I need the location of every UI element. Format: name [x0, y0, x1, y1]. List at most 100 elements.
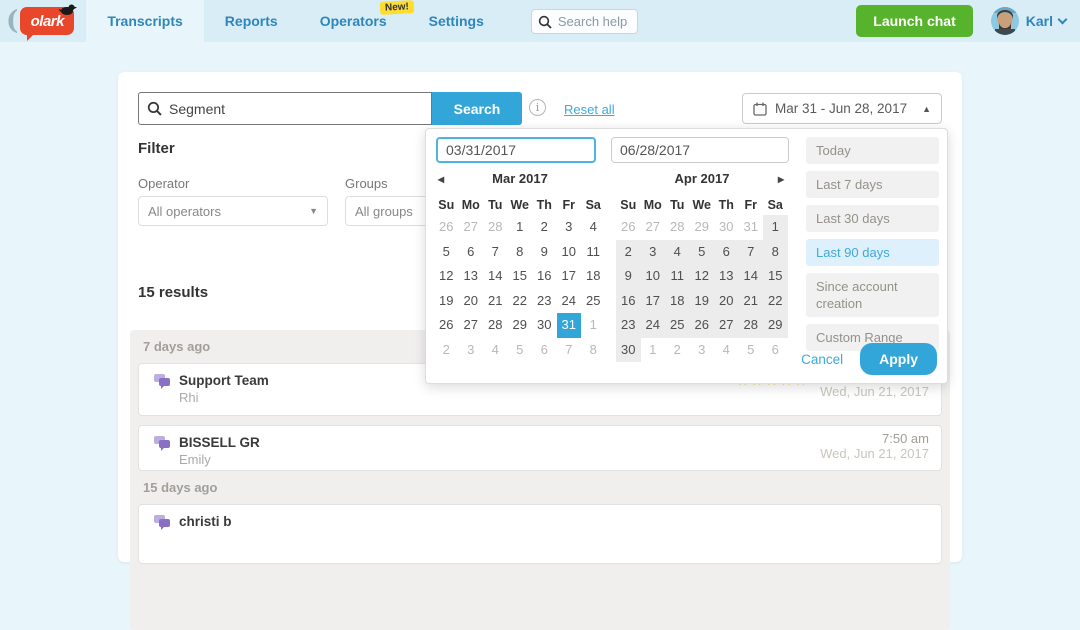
search-button[interactable]: Search	[432, 92, 522, 125]
day-cell[interactable]: 29	[763, 313, 788, 338]
apply-button[interactable]: Apply	[860, 343, 937, 375]
day-cell[interactable]: 14	[738, 264, 763, 289]
day-cell[interactable]: 7	[738, 239, 763, 264]
day-cell[interactable]: 19	[689, 288, 714, 313]
day-cell[interactable]: 24	[557, 289, 582, 314]
day-cell[interactable]: 5	[739, 338, 764, 363]
day-cell[interactable]: 17	[557, 264, 582, 289]
day-cell[interactable]: 1	[763, 215, 788, 240]
day-cell[interactable]: 8	[581, 338, 606, 363]
transcript-row[interactable]: christi b	[138, 504, 942, 564]
tab-settings[interactable]: Settings	[408, 0, 505, 42]
launch-chat-button[interactable]: Launch chat	[856, 5, 973, 37]
day-cell[interactable]: 4	[581, 215, 606, 240]
prev-month-icon[interactable]: ◂	[438, 172, 444, 186]
tab-reports[interactable]: Reports	[204, 0, 299, 42]
transcript-search-input[interactable]	[138, 92, 432, 125]
day-cell[interactable]: 9	[532, 240, 557, 265]
preset-last-7-days[interactable]: Last 7 days	[806, 171, 939, 198]
operator-select[interactable]: All operators ▼	[138, 196, 328, 226]
day-cell[interactable]: 29	[690, 215, 715, 240]
day-cell[interactable]: 3	[690, 338, 715, 363]
preset-today[interactable]: Today	[806, 137, 939, 164]
day-cell[interactable]: 30	[532, 313, 557, 338]
day-cell[interactable]: 21	[483, 289, 508, 314]
day-cell[interactable]: 6	[763, 338, 788, 363]
day-cell[interactable]: 4	[665, 239, 690, 264]
day-cell[interactable]: 1	[508, 215, 533, 240]
day-cell[interactable]: 18	[581, 264, 606, 289]
day-cell[interactable]: 2	[434, 338, 459, 363]
day-cell[interactable]: 12	[434, 264, 459, 289]
day-cell[interactable]: 22	[508, 289, 533, 314]
start-date-input[interactable]	[436, 137, 596, 163]
day-cell[interactable]: 26	[689, 313, 714, 338]
day-cell[interactable]: 5	[689, 239, 714, 264]
day-cell[interactable]: 7	[557, 338, 582, 363]
day-cell[interactable]: 21	[738, 288, 763, 313]
day-cell[interactable]: 18	[665, 288, 690, 313]
day-cell[interactable]: 20	[459, 289, 484, 314]
day-cell[interactable]: 16	[532, 264, 557, 289]
day-cell[interactable]: 28	[483, 313, 508, 338]
day-cell[interactable]: 14	[483, 264, 508, 289]
day-cell[interactable]: 26	[434, 313, 459, 338]
tab-transcripts[interactable]: Transcripts	[86, 0, 204, 42]
day-cell[interactable]: 27	[459, 313, 484, 338]
day-cell[interactable]: 15	[508, 264, 533, 289]
preset-last-30-days[interactable]: Last 30 days	[806, 205, 939, 232]
day-cell[interactable]: 27	[459, 215, 484, 240]
day-cell[interactable]: 26	[616, 215, 641, 240]
day-cell[interactable]: 30	[616, 337, 641, 362]
day-cell[interactable]: 27	[714, 313, 739, 338]
day-cell[interactable]: 8	[508, 240, 533, 265]
day-cell[interactable]: 2	[665, 338, 690, 363]
day-cell[interactable]: 2	[616, 239, 641, 264]
reset-all-link[interactable]: Reset all	[564, 102, 615, 117]
day-cell[interactable]: 25	[665, 313, 690, 338]
day-cell[interactable]: 3	[557, 215, 582, 240]
day-cell[interactable]: 30	[714, 215, 739, 240]
day-cell[interactable]: 17	[640, 288, 665, 313]
preset-since-account-creation[interactable]: Since account creation	[806, 273, 939, 317]
day-cell[interactable]: 6	[459, 240, 484, 265]
day-cell[interactable]: 2	[532, 215, 557, 240]
day-cell[interactable]: 13	[714, 264, 739, 289]
day-cell[interactable]: 1	[581, 313, 606, 338]
day-cell[interactable]: 16	[616, 288, 641, 313]
day-cell[interactable]: 22	[763, 288, 788, 313]
transcript-row[interactable]: BISSELL GR Emily 7:50 am Wed, Jun 21, 2017	[138, 425, 942, 471]
day-cell[interactable]: 31	[739, 215, 764, 240]
tab-operators[interactable]: Operators New!	[299, 0, 414, 42]
day-cell[interactable]: 7	[483, 240, 508, 265]
day-cell[interactable]: 10	[640, 264, 665, 289]
day-cell[interactable]: 8	[763, 239, 788, 264]
day-cell[interactable]: 20	[714, 288, 739, 313]
day-cell[interactable]: 12	[689, 264, 714, 289]
day-cell[interactable]: 28	[483, 215, 508, 240]
day-cell[interactable]: 23	[616, 313, 641, 338]
day-cell[interactable]: 29	[508, 313, 533, 338]
day-cell[interactable]: 4	[483, 338, 508, 363]
day-cell[interactable]: 19	[434, 289, 459, 314]
day-cell[interactable]: 28	[738, 313, 763, 338]
day-cell[interactable]: 23	[532, 289, 557, 314]
olark-logo[interactable]: ( olark	[6, 4, 78, 41]
day-cell[interactable]: 24	[640, 313, 665, 338]
day-cell[interactable]: 6	[714, 239, 739, 264]
day-cell[interactable]: 15	[763, 264, 788, 289]
day-cell[interactable]: 1	[641, 338, 666, 363]
day-cell-selected[interactable]: 31	[556, 313, 581, 338]
day-cell[interactable]: 11	[581, 240, 606, 265]
day-cell[interactable]: 11	[665, 264, 690, 289]
next-month-icon[interactable]: ▸	[778, 172, 784, 186]
end-date-input[interactable]	[611, 137, 789, 163]
day-cell[interactable]: 6	[532, 338, 557, 363]
user-menu[interactable]: Karl	[1026, 13, 1053, 29]
cancel-button[interactable]: Cancel	[801, 352, 843, 367]
day-cell[interactable]: 5	[508, 338, 533, 363]
day-cell[interactable]: 10	[557, 240, 582, 265]
day-cell[interactable]: 25	[581, 289, 606, 314]
day-cell[interactable]: 13	[459, 264, 484, 289]
day-cell[interactable]: 27	[641, 215, 666, 240]
